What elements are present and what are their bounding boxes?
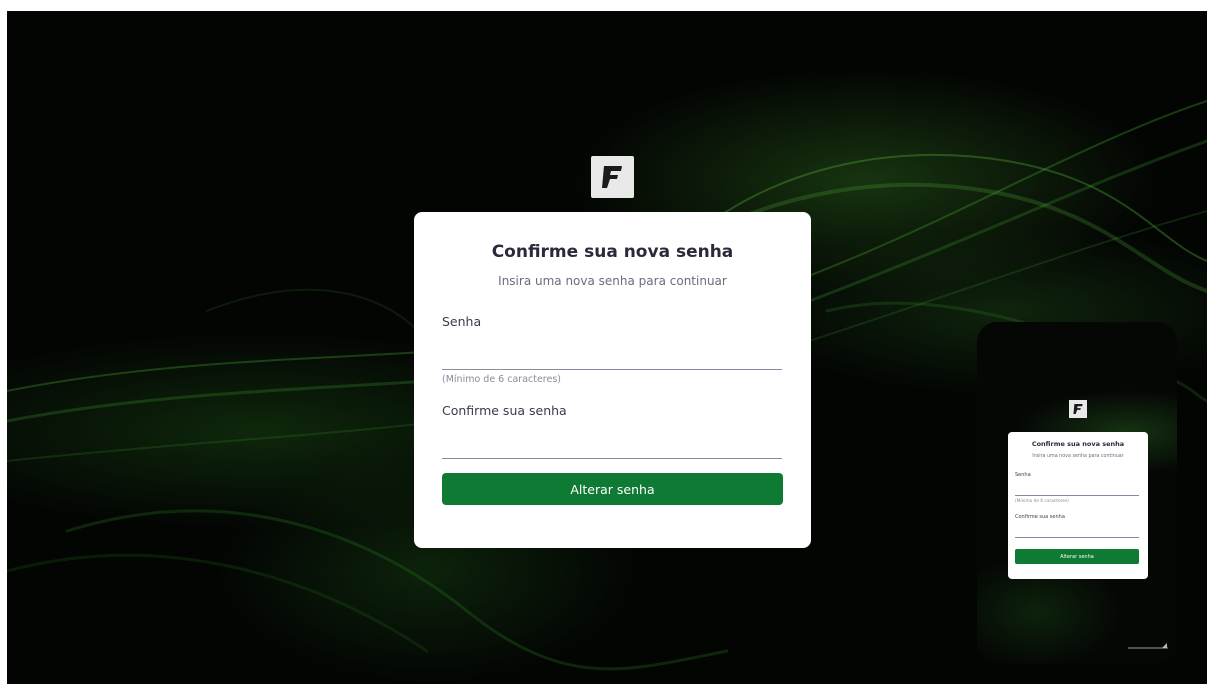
confirm-password-field[interactable] — [442, 434, 782, 459]
mobile-reset-card: Confirme sua nova senha Insira uma nova … — [1008, 432, 1148, 579]
logo-f-icon — [591, 156, 634, 198]
mobile-confirm-field — [1015, 529, 1139, 538]
change-password-button[interactable]: Alterar senha — [442, 473, 783, 505]
reset-password-card: Confirme sua nova senha Insira uma nova … — [414, 212, 811, 548]
mobile-change-password-button: Alterar senha — [1015, 549, 1139, 564]
mobile-preview: Confirme sua nova senha Insira uma nova … — [977, 322, 1177, 664]
mobile-password-label: Senha — [1015, 472, 1031, 478]
mobile-password-field — [1015, 487, 1139, 496]
mobile-confirm-label: Confirme sua senha — [1015, 514, 1065, 520]
confirm-password-label: Confirme sua senha — [442, 403, 567, 418]
card-subtitle: Insira uma nova senha para continuar — [498, 274, 727, 288]
password-hint: (Mínimo de 6 caracteres) — [442, 374, 562, 385]
card-title: Confirme sua nova senha — [491, 242, 734, 262]
resize-handle-icon — [1128, 643, 1168, 649]
mobile-card-title: Confirme sua nova senha — [1031, 440, 1125, 448]
page-background: Confirme sua nova senha Insira uma nova … — [7, 11, 1207, 684]
mobile-password-hint: (Mínimo de 6 caracteres) — [1015, 499, 1069, 504]
mobile-logo-f-icon — [1069, 400, 1087, 418]
password-label: Senha — [442, 314, 482, 329]
mobile-card-subtitle: Insira uma nova senha para continuar — [1032, 454, 1124, 459]
password-field[interactable] — [442, 345, 782, 370]
